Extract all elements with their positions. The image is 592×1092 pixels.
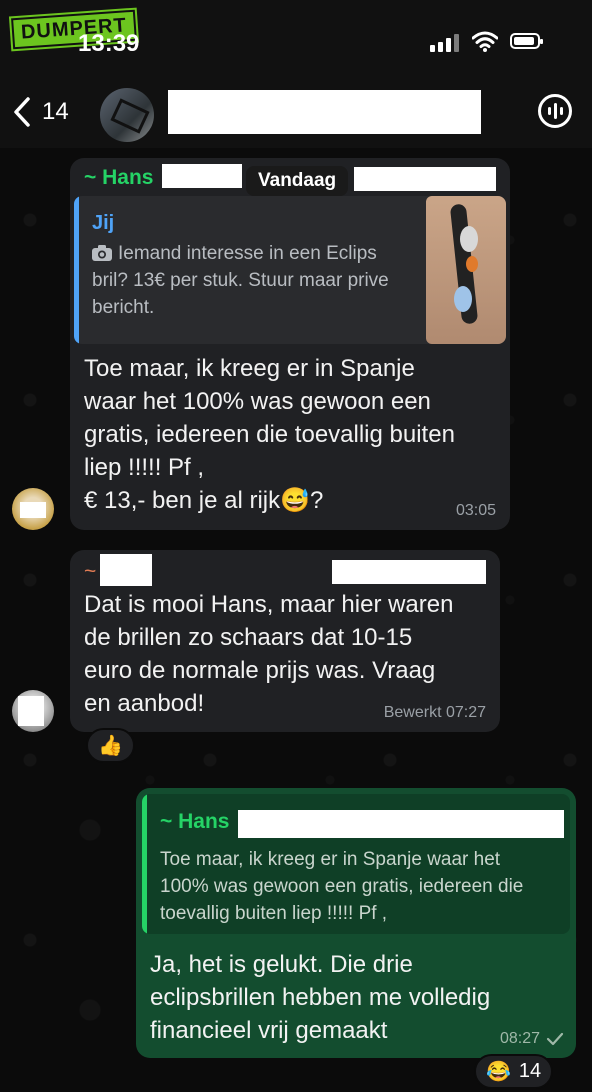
- laughing-emoji-icon: 😂: [486, 1061, 511, 1083]
- back-button[interactable]: 14: [12, 96, 69, 128]
- redacted-text: [354, 167, 496, 191]
- reaction-badge[interactable]: 👍: [86, 728, 135, 763]
- quoted-message[interactable]: ~ Hans Toe maar, ik kreeg er in Spanje w…: [142, 794, 570, 934]
- date-separator: Vandaag: [246, 166, 349, 196]
- chevron-left-icon: [14, 97, 30, 127]
- message-text: Dat is mooi Hans, maar hier waren de bri…: [84, 591, 454, 717]
- group-avatar[interactable]: [100, 88, 154, 142]
- sender-name: ~ Hans: [84, 166, 154, 189]
- voice-chat-icon[interactable]: [538, 94, 572, 128]
- redacted-group-name[interactable]: [168, 90, 481, 134]
- quote-body: Iemand interesse in een Eclips bril? 13€…: [92, 240, 412, 321]
- thumbs-up-icon: 👍: [98, 735, 123, 757]
- redacted-sender-number: [332, 560, 486, 584]
- message-meta: 08:27: [500, 1030, 564, 1048]
- status-bar: DUMPERT 13:39: [0, 0, 592, 84]
- redacted-sender-number: [162, 164, 242, 188]
- message-bubble[interactable]: ~ Dat is mooi Hans, maar hier waren de b…: [70, 550, 500, 732]
- message-time: Bewerkt 07:27: [383, 704, 486, 721]
- message-time: 03:05: [455, 502, 496, 519]
- quoted-message[interactable]: Jij Iemand interesse in een Eclips bril?…: [74, 196, 506, 344]
- reaction-badge[interactable]: 😂 14: [474, 1054, 554, 1089]
- chat-header: 14: [0, 84, 592, 148]
- message-text: Toe maar, ik kreeg er in Spanje waar het…: [84, 355, 455, 514]
- quote-bar: [74, 196, 79, 344]
- unread-count: 14: [42, 98, 69, 125]
- sender-avatar[interactable]: [12, 690, 54, 732]
- redacted-sender-name: [100, 554, 152, 586]
- quote-bar: [142, 794, 147, 934]
- sender-avatar[interactable]: [12, 488, 54, 530]
- battery-icon: [510, 33, 543, 49]
- message-time: 08:27: [499, 1030, 540, 1047]
- message-bubble[interactable]: ~ Hans Toe maar, ik kreeg er in Spanje w…: [136, 788, 576, 1058]
- quote-author: ~ Hans: [160, 810, 230, 833]
- status-time: 13:39: [78, 30, 140, 57]
- redacted-sender-number: [238, 810, 564, 838]
- sender-name: ~: [84, 560, 97, 583]
- quoted-photo-thumbnail: [426, 196, 506, 344]
- camera-icon: [92, 245, 112, 266]
- quote-text: Iemand interesse in een Eclips bril? 13€…: [92, 243, 389, 318]
- reaction-count: 14: [518, 1060, 542, 1082]
- signal-icon: [430, 34, 459, 52]
- read-check-icon: [546, 1032, 564, 1046]
- quote-author: Jij: [92, 212, 115, 234]
- wifi-icon: [472, 31, 498, 52]
- quote-text: Toe maar, ik kreeg er in Spanje waar het…: [160, 849, 524, 924]
- message-bubble[interactable]: ~ Hans Jij Iemand interesse in een Eclip…: [70, 158, 510, 530]
- message-text: Ja, het is gelukt. Die drie eclipsbrille…: [150, 951, 491, 1044]
